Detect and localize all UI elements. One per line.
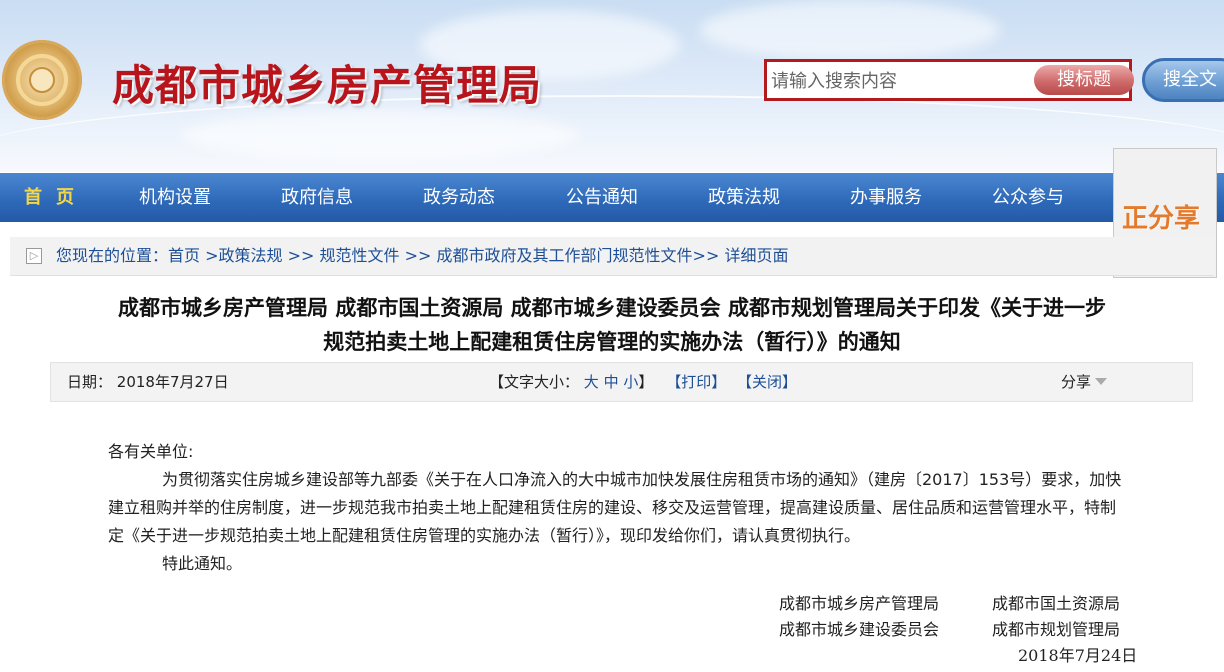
nav-item-announcements[interactable]: 公告通知	[566, 173, 638, 222]
breadcrumb-prefix: 您现在的位置：	[56, 246, 169, 265]
close-button[interactable]: 【关闭】	[737, 373, 797, 391]
font-size-medium-button[interactable]: 中	[604, 373, 619, 391]
share-widget-label: 正分享	[1122, 204, 1201, 234]
article-title-line: 成都市城乡房产管理局 成都市国土资源局 成都市城乡建设委员会 成都市规划管理局关…	[118, 296, 1106, 320]
emblem-core	[29, 67, 55, 93]
font-size-large-button[interactable]: 大	[584, 373, 599, 391]
signature-date: 2018年7月24日	[1018, 646, 1138, 665]
breadcrumb-trail: 您现在的位置：首页 >政策法规 >> 规范性文件 >> 成都市政府及其工作部门规…	[56, 237, 788, 275]
closing-notice: 特此通知。	[162, 554, 243, 573]
nav-item-public-participation[interactable]: 公众参与	[992, 173, 1064, 222]
salutation: 各有关单位:	[108, 442, 194, 461]
share-dropdown[interactable]: 分享	[1061, 363, 1108, 401]
article-title-line: 规范拍卖土地上配建租赁住房管理的实施办法（暂行）》的通知	[323, 330, 901, 354]
breadcrumb-separator: >>	[692, 246, 725, 265]
nav-item-services[interactable]: 办事服务	[850, 173, 922, 222]
site-title[interactable]: 成都市城乡房产管理局	[112, 52, 542, 113]
date-label: 日期：	[67, 373, 113, 391]
main-nav: 首页 机构设置 政府信息 政务动态 公告通知 政策法规 办事服务 公众参与	[0, 173, 1224, 222]
search-fulltext-button[interactable]: 搜全文	[1142, 58, 1224, 102]
article-title: 成都市城乡房产管理局 成都市国土资源局 成都市城乡建设委员会 成都市规划管理局关…	[40, 291, 1184, 359]
nav-item-policies[interactable]: 政策法规	[708, 173, 780, 222]
breadcrumb-normative-docs[interactable]: 规范性文件	[320, 246, 400, 265]
header-banner: 成都市城乡房产管理局 搜标题 搜全文	[0, 0, 1224, 172]
breadcrumb-separator: >	[200, 246, 219, 265]
signature-construction-committee: 成都市城乡建设委员会	[779, 620, 940, 639]
breadcrumb-home[interactable]: 首页	[168, 246, 200, 265]
search-input[interactable]	[769, 64, 1033, 98]
nav-item-home[interactable]: 首页	[24, 173, 88, 222]
share-label: 分享	[1061, 373, 1092, 391]
breadcrumb-separator: >>	[399, 246, 437, 265]
publish-date: 日期： 2018年7月27日	[67, 363, 229, 401]
font-size-label: 【文字大小：	[489, 373, 580, 391]
font-size-close: 】	[638, 373, 654, 391]
nav-item-news[interactable]: 政务动态	[423, 173, 495, 222]
article-tools: 【文字大小： 大 中 小】 【打印】 【关闭】	[489, 363, 797, 401]
banner-cloud	[700, 0, 1000, 60]
article-meta-bar: 日期： 2018年7月27日 【文字大小： 大 中 小】 【打印】 【关闭】 分…	[50, 362, 1193, 402]
breadcrumb-separator: >>	[282, 246, 320, 265]
chevron-down-icon	[1095, 378, 1108, 385]
breadcrumb-city-docs[interactable]: 成都市政府及其工作部门规范性文件	[437, 246, 693, 265]
font-size-small-button[interactable]: 小	[623, 373, 638, 391]
print-button[interactable]: 【打印】	[666, 373, 726, 391]
signature-land-bureau: 成都市国土资源局	[992, 594, 1121, 613]
city-emblem-icon[interactable]	[2, 40, 82, 120]
breadcrumb-detail[interactable]: 详细页面	[724, 246, 788, 265]
date-value: 2018年7月27日	[116, 373, 229, 391]
location-icon: ▷	[26, 248, 42, 264]
search-box: 搜标题	[764, 59, 1134, 101]
body-paragraph: 为贯彻落实住房城乡建设部等九部委《关于在人口净流入的大中城市加快发展住房租赁市场…	[108, 470, 1122, 545]
nav-item-government-info[interactable]: 政府信息	[281, 173, 353, 222]
search-title-button[interactable]: 搜标题	[1034, 65, 1134, 95]
breadcrumb: ▷ 您现在的位置：首页 >政策法规 >> 规范性文件 >> 成都市政府及其工作部…	[10, 237, 1214, 276]
signature-planning-bureau: 成都市规划管理局	[992, 620, 1121, 639]
article-body: 各有关单位: 为贯彻落实住房城乡建设部等九部委《关于在人口净流入的大中城市加快发…	[108, 438, 1128, 578]
signature-housing-bureau: 成都市城乡房产管理局	[779, 594, 940, 613]
nav-item-organization[interactable]: 机构设置	[139, 173, 211, 222]
breadcrumb-policies[interactable]: 政策法规	[219, 246, 283, 265]
